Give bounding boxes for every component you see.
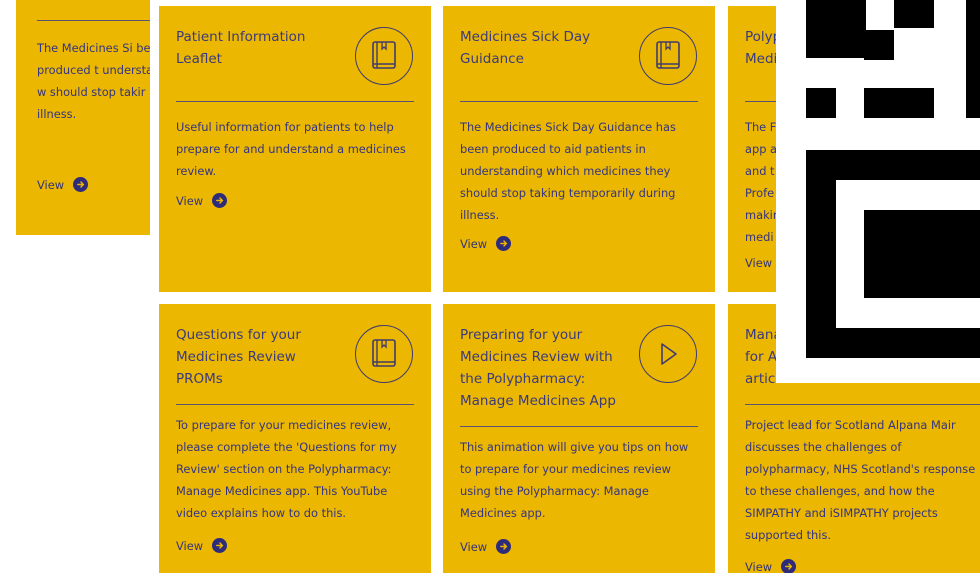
card-description: The Medicines Sick Day Guidance has been… — [460, 120, 676, 222]
card-divider — [745, 404, 980, 405]
view-link[interactable]: View — [745, 559, 797, 573]
card-divider — [176, 101, 414, 102]
arrow-right-icon — [212, 538, 228, 553]
qr-module — [806, 0, 866, 58]
qr-module — [806, 88, 836, 118]
view-label: View — [37, 177, 65, 192]
book-icon — [355, 325, 413, 383]
view-link[interactable]: View — [460, 236, 512, 251]
view-label: View — [460, 236, 488, 251]
card-patient-information-leaflet: Patient Information Leaflet Useful infor… — [159, 6, 431, 292]
view-link[interactable]: View — [745, 256, 772, 270]
view-link[interactable]: View — [460, 539, 512, 554]
arrow-right-icon — [496, 539, 512, 554]
card-divider — [176, 404, 414, 405]
card-description: The Medicines Si been produced t underst… — [37, 41, 150, 121]
card-medicines-sick-day-guidance: Medicines Sick Day Guidance The Medicine… — [443, 6, 715, 292]
view-link[interactable]: View — [37, 177, 89, 192]
book-icon — [639, 27, 697, 85]
card-title: Questions for your Medicines Review PROM… — [176, 327, 301, 387]
qr-module — [894, 0, 934, 28]
view-label: View — [176, 538, 204, 553]
card-description: Project lead for Scotland Alpana Mair di… — [745, 418, 976, 542]
arrow-right-icon — [496, 236, 512, 251]
card-title: Patient Information Leaflet — [176, 29, 306, 67]
qr-module — [966, 0, 980, 118]
view-link[interactable]: View — [176, 538, 228, 553]
qr-code — [776, 0, 980, 383]
qr-module — [864, 88, 934, 118]
arrow-right-icon — [781, 559, 797, 573]
arrow-right-icon — [73, 177, 89, 192]
card-description: Useful information for patients to help … — [176, 120, 406, 178]
card-questions-for-your-medicines-review: Questions for your Medicines Review PROM… — [159, 304, 431, 573]
card-preparing-for-your-medicines-review: Preparing for your Medicines Review with… — [443, 304, 715, 573]
view-link[interactable]: View — [176, 193, 228, 208]
view-label: View — [745, 256, 773, 270]
view-label: View — [176, 193, 204, 208]
card-divider — [37, 20, 150, 21]
qr-module — [864, 30, 894, 60]
play-icon — [639, 325, 697, 383]
view-label: View — [460, 539, 488, 554]
card-sick-day-partial: The Medicines Si been produced t underst… — [16, 0, 150, 235]
card-divider — [460, 426, 698, 427]
card-title: Preparing for your Medicines Review with… — [460, 327, 616, 409]
book-icon — [355, 27, 413, 85]
view-label: View — [745, 559, 773, 573]
card-description: To prepare for your medicines review, pl… — [176, 418, 397, 520]
qr-finder-center — [864, 210, 980, 298]
card-divider — [460, 101, 698, 102]
card-title: Medicines Sick Day Guidance — [460, 29, 591, 67]
card-description: This animation will give you tips on how… — [460, 440, 689, 520]
arrow-right-icon — [212, 193, 228, 208]
